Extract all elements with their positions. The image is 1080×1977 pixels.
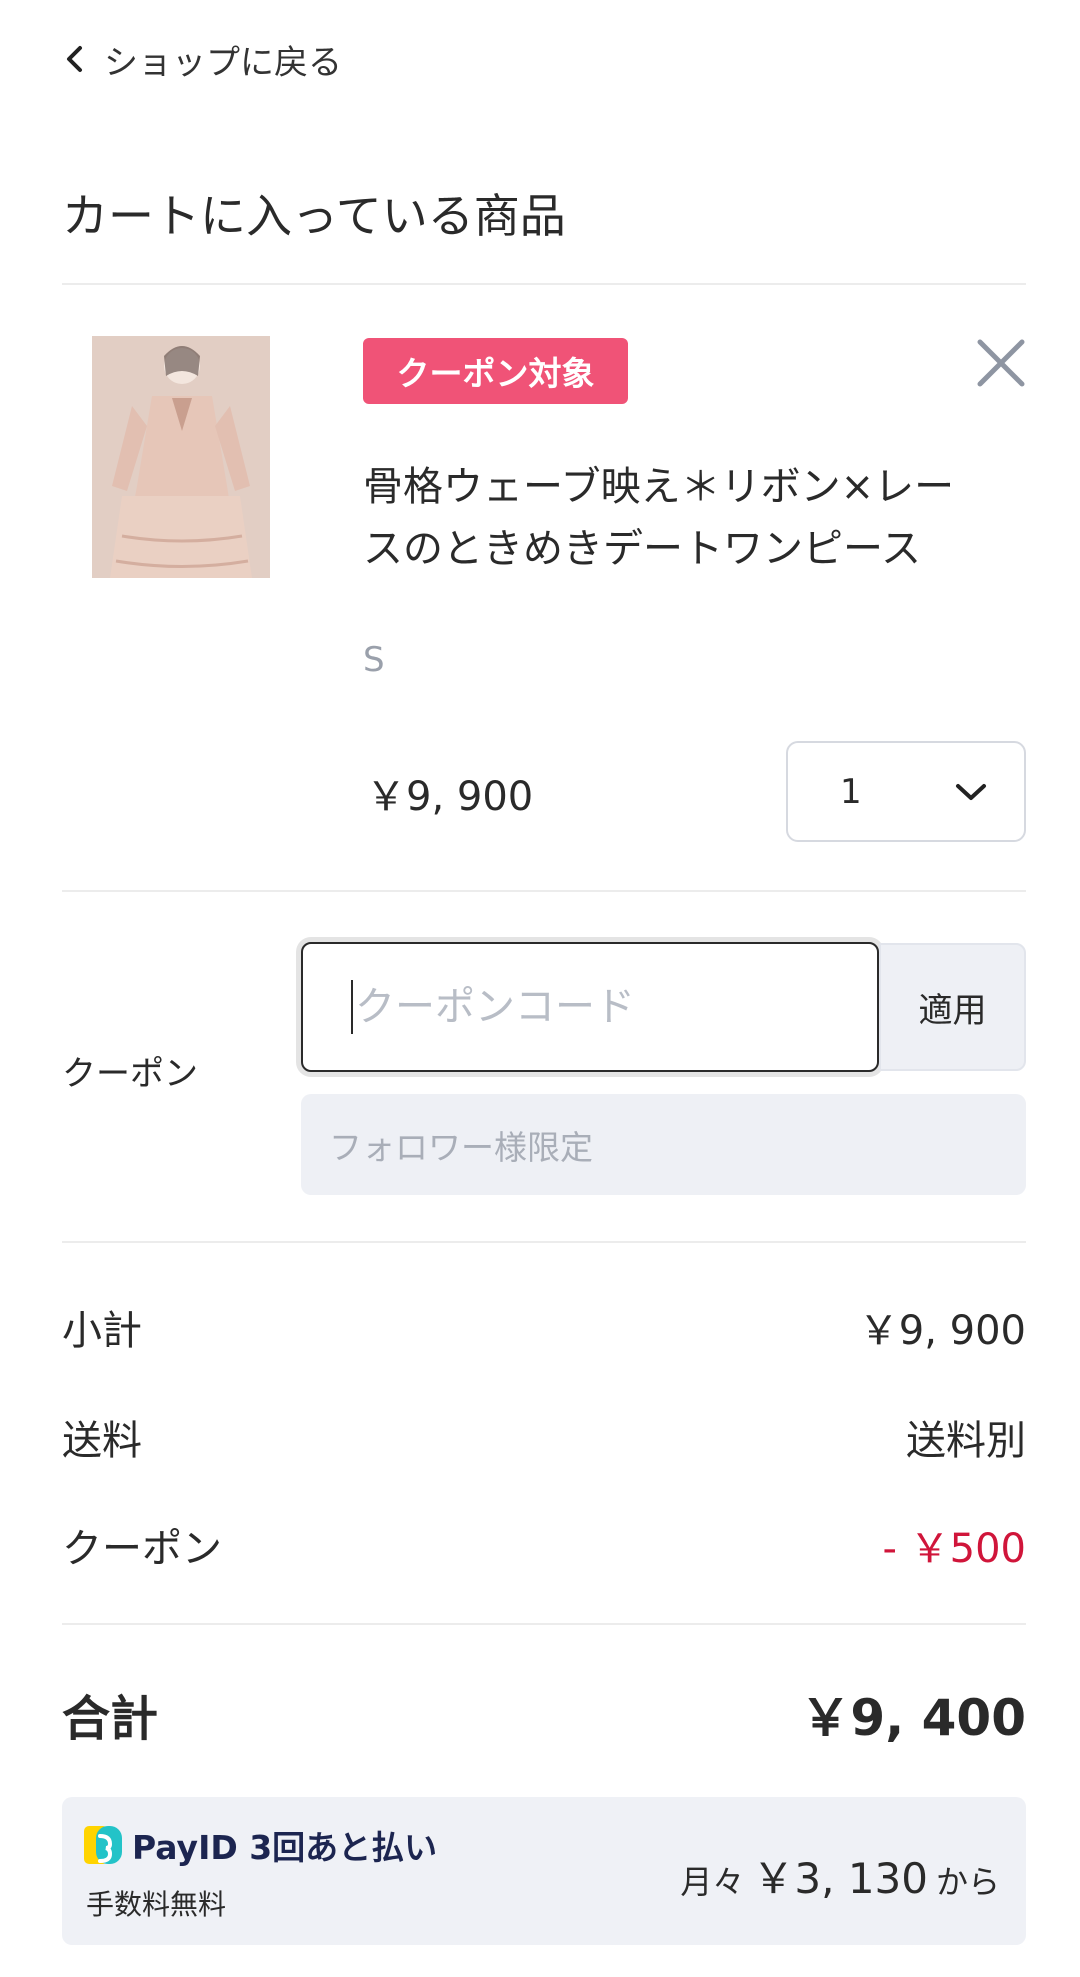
shipping-value: 送料別 <box>906 1418 1026 1464</box>
subtotal-value: ￥9, 900 <box>858 1308 1026 1354</box>
payid-monthly-price: 月々 ￥3, 130 から <box>680 1845 1000 1906</box>
divider <box>62 890 1026 892</box>
product-variant: S <box>363 640 385 680</box>
payid-price-prefix: 月々 <box>680 1863 745 1901</box>
product-price: ￥9, 900 <box>366 774 534 820</box>
subtotal-label: 小計 <box>62 1308 142 1354</box>
coupon-discount-row: クーポン - ￥500 <box>62 1516 1026 1574</box>
coupon-code-field[interactable] <box>301 942 879 1072</box>
shipping-label: 送料 <box>62 1418 142 1464</box>
coupon-discount-value: - ￥500 <box>882 1526 1027 1572</box>
divider <box>62 1623 1026 1625</box>
payid-price-amount: ￥3, 130 <box>752 1854 928 1903</box>
payid-subtitle: 手数料無料 <box>86 1888 227 1921</box>
coupon-note: フォロワー様限定 <box>301 1094 1026 1195</box>
divider <box>62 283 1026 285</box>
coupon-label: クーポン <box>62 1054 198 1094</box>
payid-brand: PayID 3回あと払い <box>84 1821 437 1869</box>
coupon-code-input[interactable] <box>355 984 835 1030</box>
product-name[interactable]: 骨格ウェーブ映え＊リボン×レースのときめきデートワンピース <box>363 456 983 580</box>
total-row: 合計 ￥9, 400 <box>62 1678 1026 1750</box>
chevron-left-icon <box>67 46 82 72</box>
chevron-down-icon <box>956 783 986 800</box>
divider <box>62 1241 1026 1243</box>
cart-title: カートに入っている商品 <box>62 189 566 243</box>
payid-title: PayID 3回あと払い <box>132 1828 438 1867</box>
total-value: ￥9, 400 <box>800 1689 1026 1747</box>
back-to-shop-link[interactable]: ショップに戻る <box>62 34 342 84</box>
quantity-select[interactable]: 1 <box>786 741 1026 842</box>
close-icon <box>977 339 1025 387</box>
back-label: ショップに戻る <box>104 42 342 83</box>
coupon-discount-label: クーポン <box>62 1526 222 1572</box>
coupon-eligible-badge: クーポン対象 <box>363 338 628 404</box>
total-label: 合計 <box>62 1691 159 1747</box>
payid-installment-panel[interactable]: PayID 3回あと払い 手数料無料 月々 ￥3, 130 から <box>62 1797 1026 1945</box>
quantity-value: 1 <box>840 771 862 812</box>
payid-logo-icon <box>84 1826 122 1864</box>
shipping-row: 送料 送料別 <box>62 1408 1026 1466</box>
apply-coupon-button[interactable]: 適用 <box>879 943 1026 1071</box>
remove-item-button[interactable] <box>972 334 1030 392</box>
subtotal-row: 小計 ￥9, 900 <box>62 1298 1026 1356</box>
payid-price-suffix: から <box>935 1863 1000 1901</box>
text-caret <box>351 980 353 1034</box>
product-image[interactable] <box>92 336 270 578</box>
